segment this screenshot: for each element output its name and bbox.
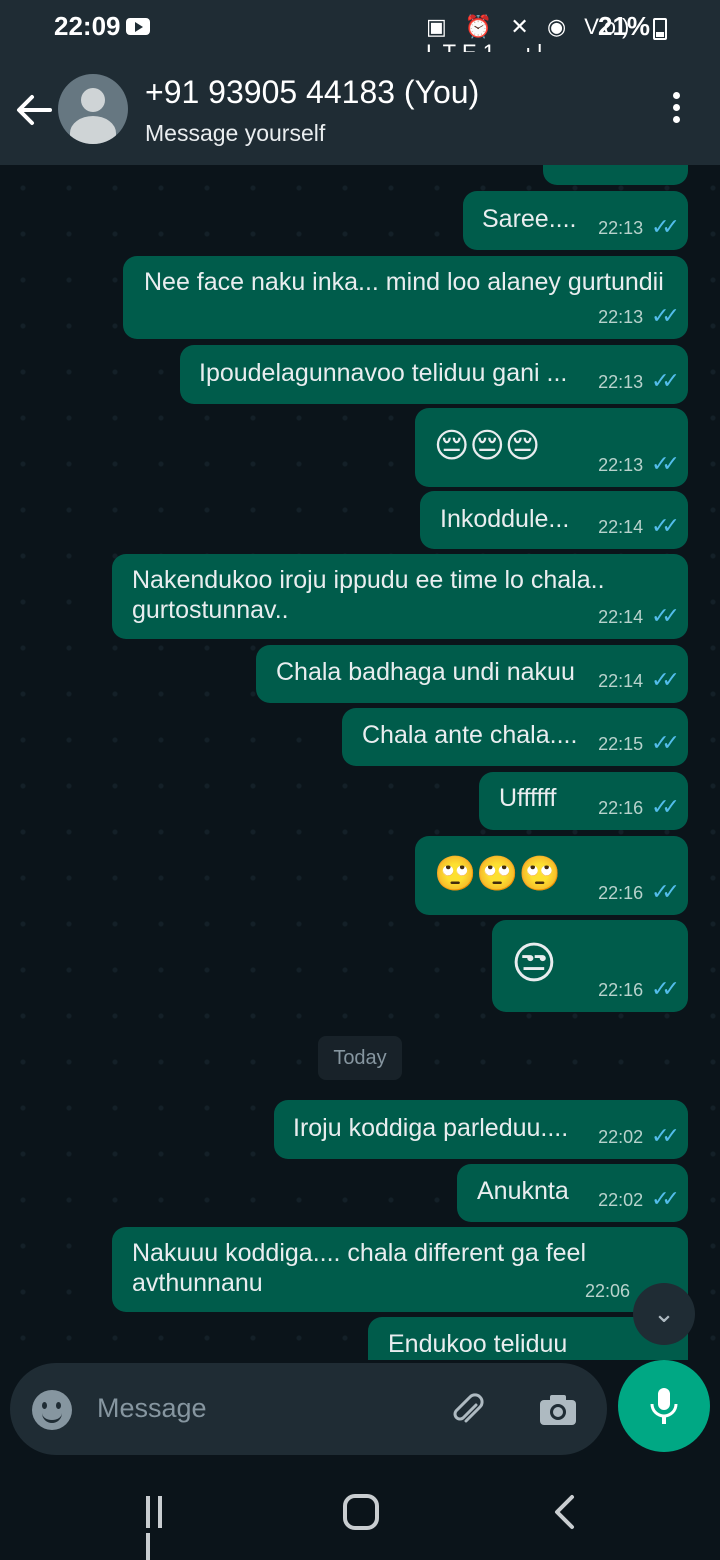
message-meta: 22:13 ✓✓ [598,303,680,329]
message-bubble[interactable]: Nakendukoo iroju ippudu ee time lo chala… [112,554,688,639]
message-text: Chala badhaga undi nakuu [276,658,575,686]
back-arrow-icon[interactable] [14,90,54,130]
message-meta: 22:15 ✓✓ [598,730,680,756]
message-time: 22:16 [598,980,644,1000]
message-text: Anuknta [477,1177,569,1205]
mic-button[interactable] [618,1360,710,1452]
message-meta: 22:13 ✓✓ [598,368,680,394]
read-ticks-icon: ✓✓ [651,1186,680,1211]
nav-home-icon[interactable] [343,1494,379,1530]
message-meta: 22:16 ✓✓ [598,879,680,905]
message-meta: 22:14 ✓✓ [598,667,680,693]
message-time: 22:15 [598,734,644,754]
message-meta: 22:02 ✓✓ [598,1123,680,1149]
message-time: 22:13 [598,455,644,475]
message-meta: 22:13 ✓✓ [598,451,680,477]
message-bubble[interactable]: Inkoddule... 22:14 ✓✓ [420,491,688,549]
message-emoji: 😒 [511,939,557,988]
more-vert-icon[interactable] [668,92,684,128]
message-time: 22:02 [598,1190,644,1210]
system-nav-bar [0,1460,720,1560]
read-ticks-icon: ✓✓ [651,879,680,904]
message-time: 22:13 [598,307,644,327]
read-ticks-icon: ✓✓ [651,794,680,819]
message-meta: 22:06 [585,1281,630,1302]
composer: Message [0,1360,720,1460]
message-bubble[interactable]: 😔😔😔 22:13 ✓✓ [415,408,688,487]
read-ticks-icon: ✓✓ [651,214,680,239]
nav-back-icon[interactable] [550,1494,580,1530]
read-ticks-icon: ✓✓ [651,603,680,628]
read-ticks-icon: ✓✓ [651,513,680,538]
mic-icon [650,1388,678,1424]
battery-icon [653,18,667,40]
message-time: 22:06 [584,1281,630,1301]
message-input[interactable]: Message [97,1393,207,1424]
message-text: Uffffff [499,784,557,812]
chat-header: +91 93905 44183 (You) Message yourself [0,52,720,165]
message-bubble[interactable]: Nee face naku inka... mind loo alaney gu… [123,256,688,339]
message-text-line2: avthunnanu [132,1269,263,1297]
youtube-notification-icon [126,18,150,35]
message-time: 22:16 [598,883,644,903]
message-time: 22:14 [598,671,644,691]
message-meta: 22:16 ✓✓ [598,794,680,820]
message-meta: 22:14 ✓✓ [598,603,680,629]
nav-recents-icon[interactable] [146,1496,176,1560]
message-text: Iroju koddiga parleduu.... [293,1114,569,1142]
message-time: 22:14 [598,607,644,627]
message-emoji: 😔😔😔 [434,427,541,465]
message-time: 22:02 [598,1127,644,1147]
message-bubble[interactable]: Nakuuu koddiga.... chala different ga fe… [112,1227,688,1312]
message-bubble[interactable]: Chala badhaga undi nakuu 22:14 ✓✓ [256,645,688,703]
message-time: 22:14 [598,517,644,537]
status-time: 22:09 [54,11,121,41]
message-time: 22:13 [598,372,644,392]
message-text: Ipoudelagunnavoo teliduu gani ... [199,359,568,387]
message-text: Nakendukoo iroju ippudu ee time lo chala… [132,566,605,594]
message-time: 22:16 [598,798,644,818]
message-meta: 22:16 ✓✓ [598,976,680,1002]
message-text: Nee face naku inka... mind loo alaney gu… [144,268,664,296]
message-bubble[interactable]: Iroju koddiga parleduu.... 22:02 ✓✓ [274,1100,688,1159]
message-bubble[interactable]: 🙄🙄🙄 22:16 ✓✓ [415,836,688,915]
status-bar: 22:09 ▣ ⏰ ✕ ◉ Vo) LTE1 .ıl 21% [0,0,720,65]
message-input-box[interactable]: Message [10,1363,607,1455]
read-ticks-icon: ✓✓ [651,368,680,393]
battery-percentage: 21% [598,11,651,41]
read-ticks-icon: ✓✓ [651,667,680,692]
read-ticks-icon: ✓✓ [651,303,680,328]
message-bubble[interactable]: Uffffff 22:16 ✓✓ [479,772,688,830]
attach-icon[interactable] [448,1391,488,1431]
message-bubble[interactable]: Ipoudelagunnavoo teliduu gani ... 22:13 ✓… [180,345,688,404]
camera-icon[interactable] [538,1393,578,1427]
avatar[interactable] [58,74,128,144]
message-bubble[interactable]: 😒 22:16 ✓✓ [492,920,688,1012]
chat-area[interactable]: Saree.... 22:13 ✓✓ Nee face naku inka... … [0,165,720,1360]
message-text: Chala ante chala.... [362,721,578,749]
emoji-icon[interactable] [32,1390,72,1430]
message-text-line2: gurtostunnav.. [132,596,289,624]
read-ticks-icon: ✓✓ [651,730,680,755]
message-text: Saree.... [482,205,577,233]
message-meta: 22:14 ✓✓ [598,513,680,539]
read-ticks-icon: ✓✓ [651,451,680,476]
message-bubble[interactable]: Chala ante chala.... 22:15 ✓✓ [342,708,688,766]
read-ticks-icon: ✓✓ [651,976,680,1001]
message-text: Inkoddule... [440,505,570,533]
message-text: Endukoo teliduu [388,1330,568,1358]
scroll-down-icon[interactable]: ⌄ [633,1283,695,1345]
message-bubble[interactable]: Anuknta 22:02 ✓✓ [457,1164,688,1222]
message-text: Nakuuu koddiga.... chala different ga fe… [132,1239,587,1267]
message-bubble[interactable]: Saree.... 22:13 ✓✓ [463,191,688,250]
message-time: 22:13 [598,218,644,238]
read-ticks-icon: ✓✓ [651,1123,680,1148]
contact-name[interactable]: +91 93905 44183 (You) [145,74,479,111]
message-emoji: 🙄🙄🙄 [434,855,562,893]
date-separator: Today [318,1036,402,1080]
message-meta: 22:02 ✓✓ [598,1186,680,1212]
message-meta: 22:13 ✓✓ [598,214,680,240]
contact-subtitle: Message yourself [145,120,326,146]
message-bubble-partial[interactable] [543,165,688,185]
